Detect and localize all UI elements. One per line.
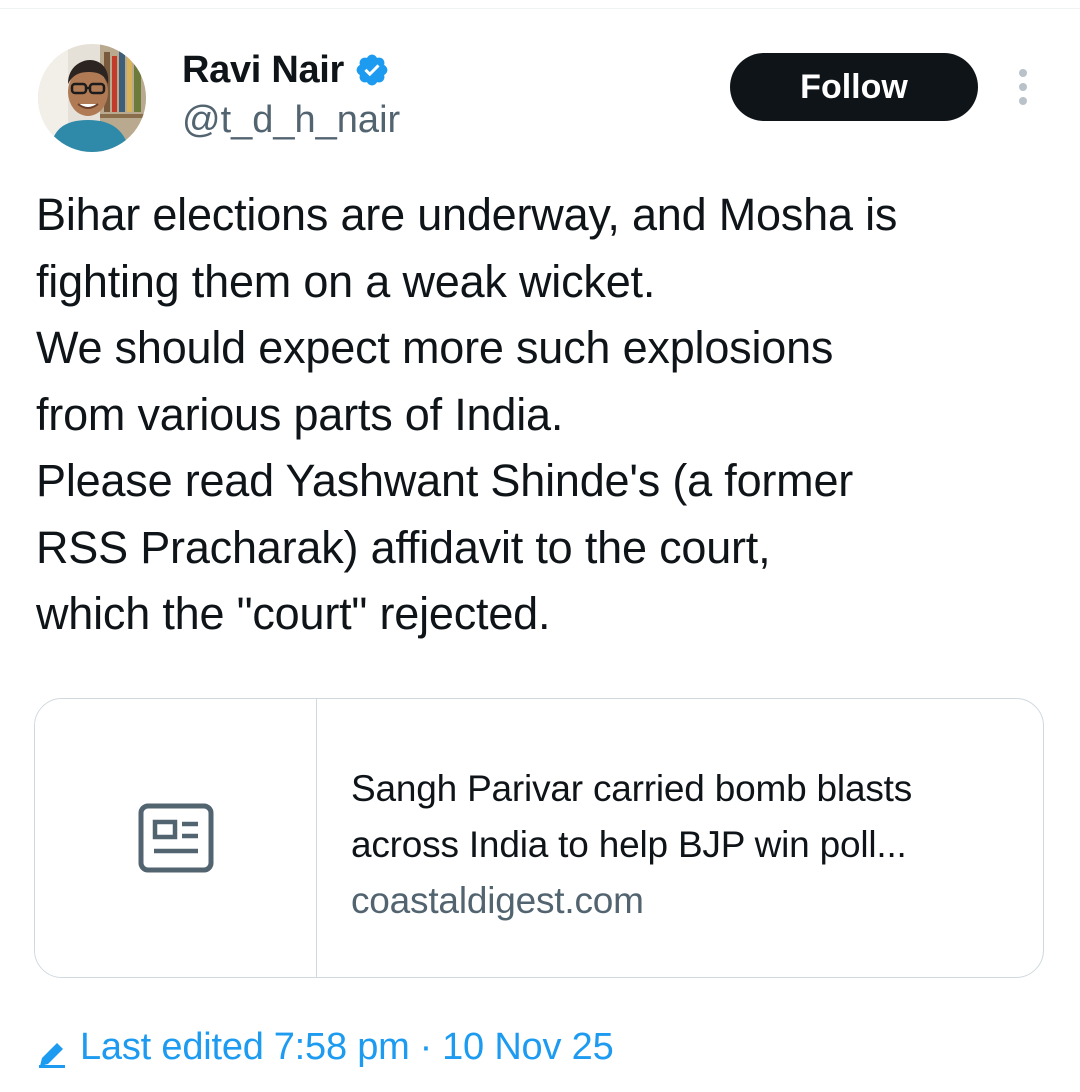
tweet-line: RSS Pracharak) affidavit to the court, — [36, 521, 771, 573]
top-divider — [0, 8, 1080, 9]
link-card-title-line: Sangh Parivar carried bomb blasts — [351, 768, 913, 809]
edit-separator: · — [419, 1026, 433, 1068]
last-edited-link[interactable]: Last edited 7:58 pm · 10 Nov 25 — [36, 1020, 614, 1074]
link-preview-card[interactable]: Sangh Parivar carried bomb blasts across… — [34, 698, 1044, 978]
tweet-line: which the "court" rejected. — [36, 588, 551, 639]
author-display-name[interactable]: Ravi Nair — [182, 48, 344, 92]
tweet-line: from various parts of India. — [36, 388, 564, 440]
tweet-line: We should expect more such explosions — [36, 322, 834, 373]
verified-badge-icon — [354, 52, 390, 88]
more-options-button[interactable] — [1010, 66, 1036, 110]
tweet-text: Bihar elections are underway, and Mosha … — [36, 182, 1066, 648]
link-card-body[interactable]: Sangh Parivar carried bomb blasts across… — [351, 761, 1023, 929]
article-icon — [138, 803, 213, 873]
more-vertical-icon — [1019, 69, 1027, 105]
tweet-line: Please read Yashwant Shinde's (a former — [36, 455, 854, 506]
edit-pencil-icon — [36, 1031, 68, 1068]
tweet-line: Bihar elections are underway, and Mosha … — [36, 189, 898, 240]
link-card-thumbnail — [35, 699, 317, 977]
last-edited-label: Last edited — [80, 1026, 264, 1068]
link-card-domain: coastaldigest.com — [351, 880, 644, 921]
author-name-row[interactable]: Ravi Nair — [182, 48, 390, 92]
avatar[interactable] — [38, 44, 146, 152]
link-card-title-line: across India to help BJP win poll... — [351, 824, 907, 865]
tweet-line: fighting them on a weak wicket. — [36, 255, 656, 307]
author-handle[interactable]: @t_d_h_nair — [182, 98, 400, 142]
edit-date: 10 Nov 25 — [442, 1026, 614, 1068]
edit-time: 7:58 pm — [273, 1026, 410, 1068]
follow-button[interactable]: Follow — [730, 53, 978, 121]
link-card-title[interactable]: Sangh Parivar carried bomb blasts across… — [351, 761, 1023, 873]
profile-photo-icon — [38, 44, 146, 152]
